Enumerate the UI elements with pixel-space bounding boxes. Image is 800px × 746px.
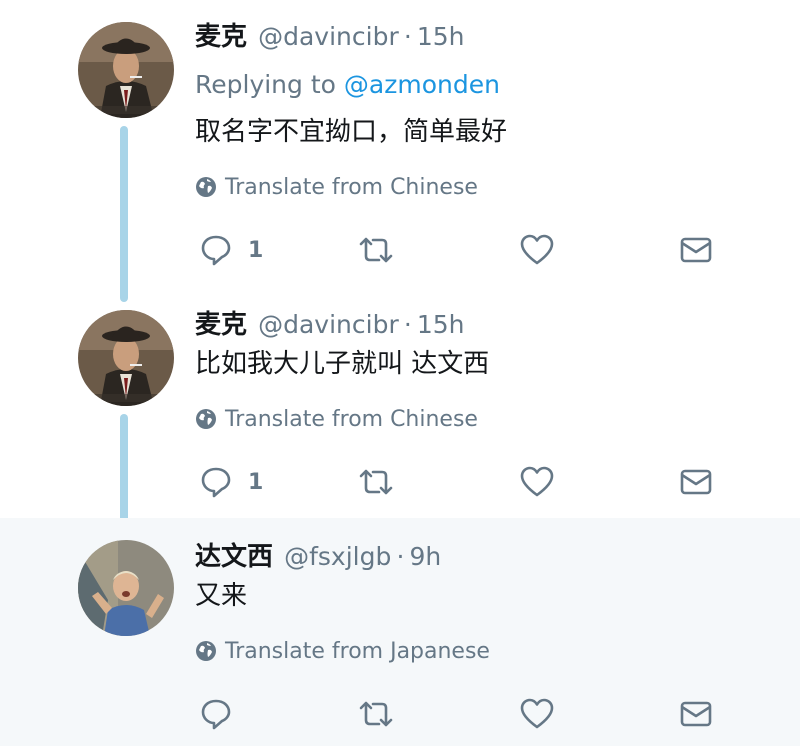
tweet-header: 麦克 @davincibr · 15h bbox=[195, 22, 465, 55]
translate-link[interactable]: Translate from Chinese bbox=[195, 406, 478, 434]
tweet-text: 取名字不宜拗口，简单最好 bbox=[195, 117, 508, 147]
tweet[interactable]: 麦克 @davincibr · 15h Replying to @azmonde… bbox=[0, 0, 800, 290]
dm-icon bbox=[680, 237, 712, 263]
like-button[interactable] bbox=[520, 234, 554, 266]
retweet-button[interactable] bbox=[358, 698, 394, 730]
reply-count: 1 bbox=[248, 469, 264, 495]
display-name[interactable]: 麦克 bbox=[195, 22, 247, 52]
translate-link[interactable]: Translate from Japanese bbox=[195, 638, 490, 666]
like-icon bbox=[520, 234, 554, 265]
replying-to: Replying to @azmonden bbox=[195, 70, 500, 100]
timestamp[interactable]: 9h bbox=[410, 542, 442, 571]
translate-link[interactable]: Translate from Chinese bbox=[195, 174, 478, 202]
dm-button[interactable] bbox=[680, 236, 712, 264]
mention-link[interactable]: @azmonden bbox=[344, 70, 500, 99]
like-button[interactable] bbox=[520, 698, 554, 730]
globe-icon bbox=[196, 409, 216, 429]
username[interactable]: @davincibr bbox=[258, 22, 399, 51]
retweet-button[interactable] bbox=[358, 234, 394, 266]
retweet-icon bbox=[359, 237, 393, 263]
tweet-focused[interactable]: 达文西 @fsxjlgb · 9h 又来 Translate from Japa… bbox=[0, 518, 800, 746]
retweet-icon bbox=[359, 701, 393, 727]
translate-label[interactable]: Translate from Chinese bbox=[225, 407, 478, 432]
globe-icon bbox=[196, 641, 216, 661]
username[interactable]: @davincibr bbox=[258, 310, 399, 339]
reply-icon bbox=[201, 699, 231, 730]
dm-button[interactable] bbox=[680, 700, 712, 728]
like-button[interactable] bbox=[520, 466, 554, 498]
globe-icon bbox=[196, 177, 216, 197]
dm-icon bbox=[680, 469, 712, 495]
username[interactable]: @fsxjlgb bbox=[284, 542, 391, 571]
retweet-button[interactable] bbox=[358, 466, 394, 498]
reply-button[interactable]: 1 bbox=[200, 466, 263, 498]
reply-button[interactable]: 1 bbox=[200, 234, 263, 266]
like-icon bbox=[520, 698, 554, 729]
dm-button[interactable] bbox=[680, 468, 712, 496]
timestamp[interactable]: 15h bbox=[417, 22, 465, 51]
reply-icon bbox=[201, 467, 231, 498]
retweet-icon bbox=[359, 469, 393, 495]
like-icon bbox=[520, 466, 554, 497]
reply-icon bbox=[201, 235, 231, 266]
separator-dot: · bbox=[403, 22, 412, 51]
avatar[interactable] bbox=[78, 22, 174, 118]
tweet-header: 麦克 @davincibr · 15h bbox=[195, 310, 465, 343]
separator-dot: · bbox=[396, 542, 405, 571]
tweet-text: 又来 bbox=[195, 581, 248, 611]
separator-dot: · bbox=[403, 310, 412, 339]
translate-label[interactable]: Translate from Japanese bbox=[225, 639, 490, 664]
avatar[interactable] bbox=[78, 540, 174, 636]
dm-icon bbox=[680, 701, 712, 727]
reply-button[interactable] bbox=[200, 698, 232, 730]
replying-to-label: Replying to bbox=[195, 70, 336, 99]
timestamp[interactable]: 15h bbox=[417, 310, 465, 339]
display-name[interactable]: 麦克 bbox=[195, 310, 247, 340]
translate-label[interactable]: Translate from Chinese bbox=[225, 175, 478, 200]
tweet-text: 比如我大儿子就叫 达文西 bbox=[195, 349, 490, 379]
tweet-header: 达文西 @fsxjlgb · 9h bbox=[195, 542, 441, 575]
avatar[interactable] bbox=[78, 310, 174, 406]
display-name[interactable]: 达文西 bbox=[195, 542, 273, 572]
tweet[interactable]: 麦克 @davincibr · 15h 比如我大儿子就叫 达文西 Transla… bbox=[0, 290, 800, 518]
reply-count: 1 bbox=[248, 237, 264, 263]
